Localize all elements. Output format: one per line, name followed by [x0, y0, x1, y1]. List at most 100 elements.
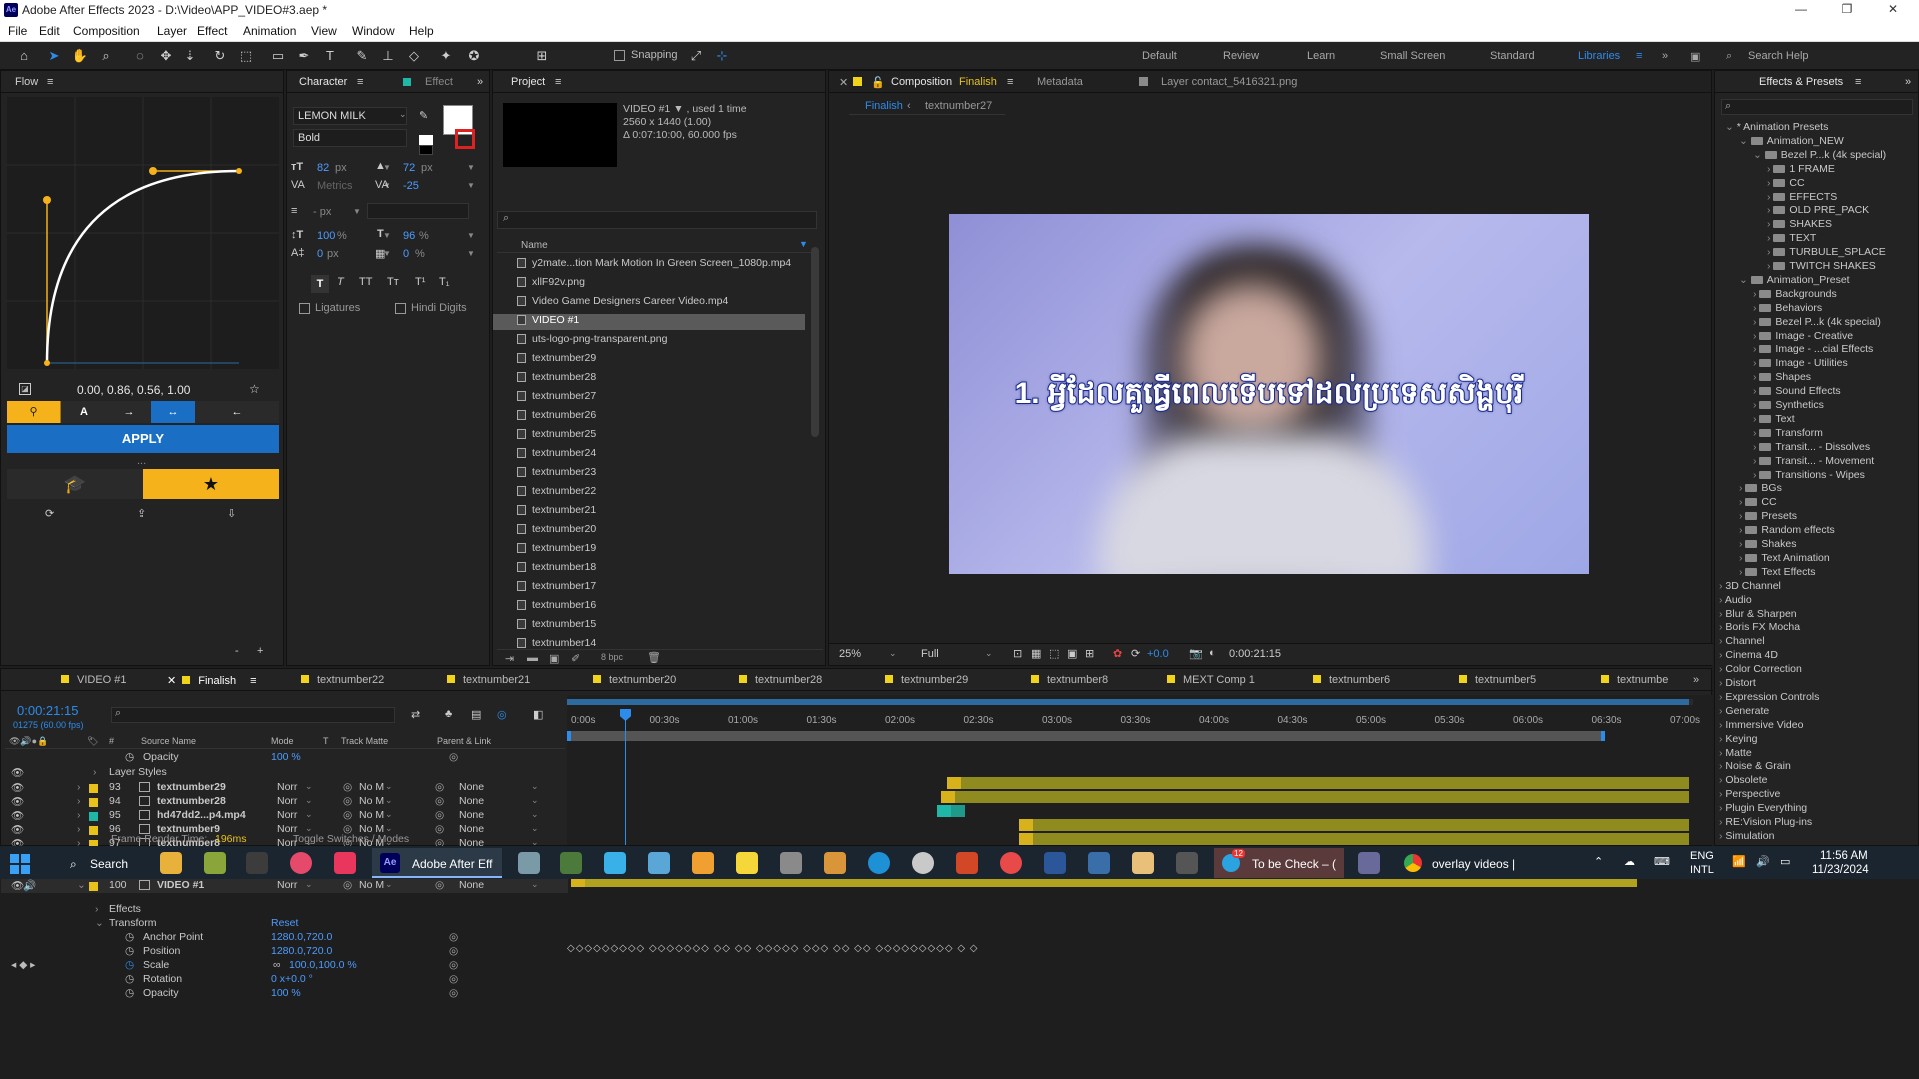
layer-row[interactable]: 👁 › 94 textnumber28 Norr ⌄ ◎ No M ⌄ ◎ None ⌄ — [1, 795, 568, 809]
project-item[interactable]: textnumber15 — [493, 618, 596, 634]
project-item[interactable]: textnumber23 — [493, 466, 596, 482]
bit-depth[interactable]: 8 bpc — [601, 652, 623, 662]
tab-textnumber21[interactable]: textnumber21 — [447, 674, 530, 686]
property-value[interactable]: 100 % — [271, 987, 301, 999]
chevron-right-icon[interactable]: › — [95, 903, 99, 915]
effects-tree-item[interactable]: › Plugin Everything — [1719, 802, 1807, 814]
app-icon[interactable] — [1358, 852, 1380, 874]
track-matte-select[interactable]: No M — [359, 795, 384, 807]
tray-icon[interactable]: ☁ — [1624, 855, 1635, 868]
black-swatch[interactable] — [419, 145, 433, 155]
resolution-select[interactable]: Full — [921, 648, 939, 660]
parent-select[interactable]: None — [459, 795, 484, 807]
menu-help[interactable]: Help — [409, 24, 434, 38]
keyframe-navigator-icon[interactable]: ◂ ◆ ▸ — [11, 959, 35, 971]
chevron-up-icon[interactable]: ⌃ — [1594, 855, 1603, 868]
chevron-right-icon[interactable]: › — [77, 809, 81, 821]
work-area-start[interactable] — [567, 731, 571, 741]
effects-tree-item[interactable]: › Text Animation — [1739, 552, 1830, 564]
workspace-standard[interactable]: Standard — [1490, 50, 1535, 62]
apply-button[interactable]: APPLY — [7, 425, 279, 453]
chevron-down-icon[interactable]: ⌄ — [305, 809, 313, 820]
file-explorer-icon[interactable] — [160, 852, 182, 874]
sort-icon[interactable]: ▼ — [799, 239, 808, 249]
menu-window[interactable]: Window — [352, 24, 395, 38]
chevron-down-icon[interactable]: ⌄ — [95, 917, 104, 929]
clock-date[interactable]: 11/23/2024 — [1812, 864, 1869, 876]
chevron-down-icon[interactable]: ▼ — [467, 249, 475, 258]
effects-tree-item[interactable]: › Shakes — [1739, 538, 1796, 550]
app-icon[interactable] — [246, 852, 268, 874]
layer-row[interactable]: 👁 🔊 ⌄ 100 VIDEO #1 Norr ⌄ ◎ No M ⌄ ◎ None ⌄ — [1, 879, 568, 893]
chevron-down-icon[interactable]: ▼ — [467, 163, 475, 172]
expression-pickwhip-icon[interactable]: ◎ — [449, 751, 458, 763]
layer-row[interactable]: 👁 › 93 textnumber29 Norr ⌄ ◎ No M ⌄ ◎ None ⌄ — [1, 781, 568, 795]
font-style-select[interactable]: Bold — [293, 129, 407, 147]
bezier-edit-icon[interactable]: ◪ — [19, 383, 31, 395]
region-of-interest-icon[interactable]: ⊡ — [1013, 647, 1022, 660]
effects-tree-item[interactable]: › Synthetics — [1753, 399, 1824, 411]
tab-video1[interactable]: VIDEO #1 — [61, 674, 127, 686]
baseline-shift-value[interactable]: 0 — [317, 248, 323, 260]
parent-pickwhip-icon[interactable]: ◎ — [435, 879, 444, 891]
chevron-down-icon[interactable]: ⌄ — [1739, 135, 1751, 147]
flow-curve-editor[interactable] — [7, 97, 279, 369]
tab-textnumber6[interactable]: textnumber6 — [1313, 674, 1390, 686]
effects-tree-item[interactable]: › Transitions - Wipes — [1753, 469, 1865, 481]
snapshot-icon[interactable]: 📷 — [1189, 647, 1203, 660]
pickwhip-icon[interactable]: ◎ — [343, 809, 352, 821]
chevron-down-icon[interactable]: ⌄ — [77, 879, 86, 891]
chevron-down-icon[interactable]: ⌄ — [1739, 274, 1751, 286]
pan-behind-tool-icon[interactable]: ⬚ — [236, 47, 256, 65]
constrain-proportions-icon[interactable]: ∞ — [273, 959, 281, 971]
layer-row[interactable]: 👁 › 95 hd47dd2...p4.mp4 Norr ⌄ ◎ No M ⌄ ◎ None ⌄ — [1, 809, 568, 823]
effects-tree-item[interactable]: › Boris FX Mocha — [1719, 621, 1800, 633]
kerning-value[interactable]: Metrics — [317, 180, 352, 192]
expression-pickwhip-icon[interactable]: ◎ — [449, 973, 458, 985]
reset-exposure-icon[interactable]: ⟳ — [1131, 647, 1140, 660]
project-search-input[interactable] — [497, 211, 817, 229]
project-item[interactable]: textnumber19 — [493, 542, 596, 558]
menu-layer[interactable]: Layer — [157, 24, 187, 38]
effects-tree-item[interactable]: › Image - Creative — [1753, 330, 1853, 342]
font-size-value[interactable]: 82 — [317, 162, 329, 174]
stopwatch-icon[interactable]: ◷ — [125, 931, 134, 943]
parent-select[interactable]: None — [459, 879, 484, 891]
effects-tree-item[interactable]: › RE:Vision Plug-ins — [1719, 816, 1812, 828]
toggle-switches-modes[interactable]: Toggle Switches / Modes — [293, 833, 409, 845]
ligatures-checkbox[interactable] — [299, 303, 310, 314]
project-item[interactable]: y2mate...tion Mark Motion In Green Scree… — [493, 257, 791, 273]
app-icon[interactable] — [912, 852, 934, 874]
maximize-button[interactable]: ❐ — [1832, 2, 1862, 16]
effects-tree-item[interactable]: › Audio — [1719, 594, 1752, 606]
layer-in-point[interactable] — [937, 805, 951, 817]
timeline-menu-icon[interactable]: ≡ — [250, 675, 256, 687]
stopwatch-icon[interactable]: ◷ — [125, 987, 134, 999]
effects-tree-item[interactable]: › TEXT — [1767, 232, 1816, 244]
chevron-down-icon[interactable]: ▼ — [383, 231, 391, 240]
app-icon[interactable] — [518, 852, 540, 874]
hindi-digits-checkbox[interactable] — [395, 303, 406, 314]
expression-pickwhip-icon[interactable]: ◎ — [449, 987, 458, 999]
chevron-down-icon[interactable]: ▼ — [467, 231, 475, 240]
frame-blending-icon[interactable]: ▤ — [471, 708, 481, 721]
work-area-navigator[interactable] — [567, 699, 1693, 705]
effects-tree-item[interactable]: › Keying — [1719, 733, 1758, 745]
chevron-right-icon[interactable]: › — [77, 795, 81, 807]
zoom-select[interactable]: 25% — [839, 648, 861, 660]
chevron-down-icon[interactable]: ⌄ — [531, 781, 539, 792]
workspace-review[interactable]: Review — [1223, 50, 1259, 62]
powerpoint-icon[interactable] — [956, 852, 978, 874]
menu-effect[interactable]: Effect — [197, 24, 227, 38]
app-icon[interactable] — [648, 852, 670, 874]
pickwhip-icon[interactable]: ◎ — [343, 781, 352, 793]
tab-metadata[interactable]: Metadata — [1037, 76, 1083, 88]
brush-tool-icon[interactable]: ✎ — [352, 47, 372, 65]
parent-pickwhip-icon[interactable]: ◎ — [435, 809, 444, 821]
layer-label-swatch[interactable] — [89, 798, 98, 807]
layer-search-input[interactable] — [111, 707, 395, 723]
app-icon[interactable] — [1176, 852, 1198, 874]
small-caps-button[interactable]: Tт — [387, 276, 399, 288]
app-icon[interactable] — [1132, 852, 1154, 874]
zoom-tool-icon[interactable]: ⌕ — [96, 47, 116, 65]
